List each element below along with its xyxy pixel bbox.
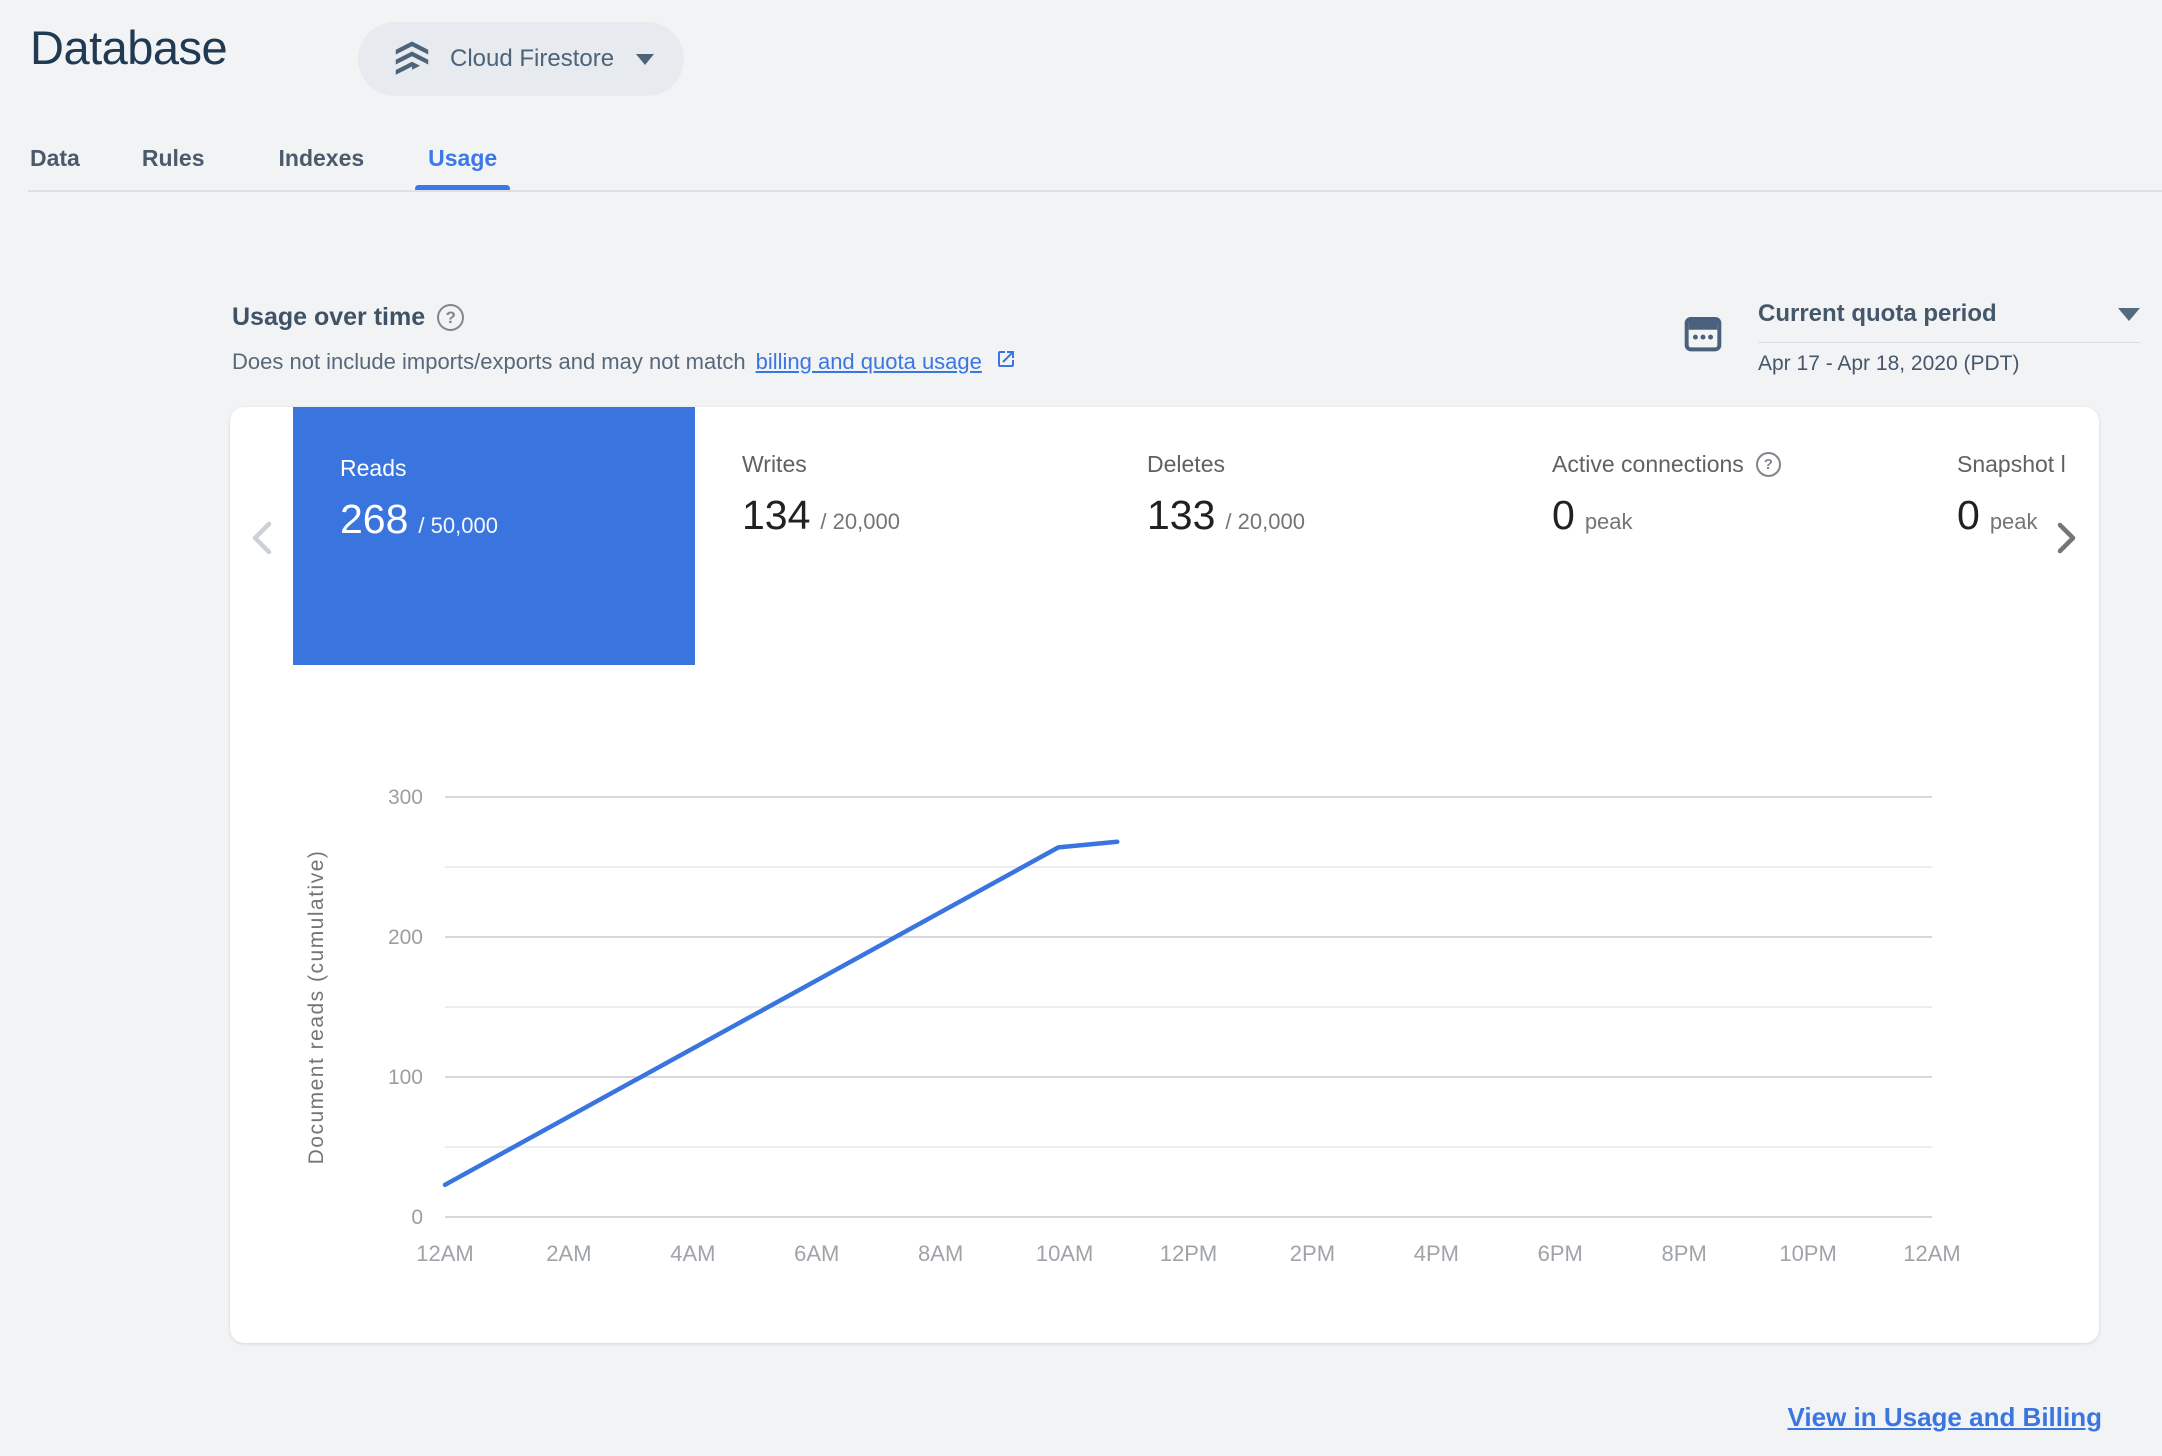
- svg-text:200: 200: [388, 926, 423, 949]
- metric-value: 134: [742, 492, 811, 538]
- tab-rules[interactable]: Rules: [142, 140, 205, 192]
- metric-suffix: / 50,000: [418, 513, 498, 538]
- page-title: Database: [30, 21, 228, 74]
- svg-text:10PM: 10PM: [1779, 1241, 1836, 1266]
- firestore-icon: [392, 39, 432, 79]
- svg-text:4PM: 4PM: [1414, 1241, 1459, 1266]
- quota-period-dropdown[interactable]: Current quota period: [1758, 300, 2140, 328]
- metric-card-snapshot-listeners[interactable]: Snapshot listeners 0 peak: [1957, 451, 2065, 539]
- metric-card-writes[interactable]: Writes 134 / 20,000: [742, 451, 1102, 539]
- chevron-down-icon: [2118, 307, 2140, 321]
- metric-value: 268: [340, 496, 409, 542]
- svg-text:10AM: 10AM: [1036, 1241, 1093, 1266]
- usage-panel: Reads 268 / 50,000 Writes 134 / 20,000 D…: [230, 407, 2099, 1343]
- svg-text:300: 300: [388, 786, 423, 809]
- metric-card-reads[interactable]: Reads 268 / 50,000: [293, 407, 695, 665]
- svg-text:12PM: 12PM: [1160, 1241, 1217, 1266]
- svg-text:6AM: 6AM: [794, 1241, 839, 1266]
- help-icon[interactable]: ?: [437, 304, 465, 331]
- metric-card-active-connections[interactable]: Active connections ? 0 peak: [1552, 451, 1922, 539]
- tab-data[interactable]: Data: [30, 140, 80, 192]
- svg-text:2PM: 2PM: [1290, 1241, 1335, 1266]
- metric-suffix: / 20,000: [820, 509, 900, 534]
- chevron-down-icon: [636, 53, 655, 65]
- metric-suffix: peak: [1584, 509, 1633, 534]
- usage-heading-text: Usage over time: [232, 303, 426, 331]
- usage-section-heading: Usage over time ?: [232, 303, 465, 332]
- billing-quota-link[interactable]: billing and quota usage: [756, 349, 982, 375]
- firestore-usage-page: Database Cloud Firestore Data Rules Inde…: [0, 0, 2162, 1456]
- cards-next-button[interactable]: [2052, 520, 2082, 556]
- calendar-icon: [1682, 312, 1724, 359]
- tab-divider: [28, 190, 2162, 192]
- tab-bar: Data Rules Indexes Usage: [30, 140, 511, 192]
- view-usage-billing-link[interactable]: View in Usage and Billing: [1788, 1402, 2102, 1433]
- svg-text:8PM: 8PM: [1662, 1241, 1707, 1266]
- metric-value: 0: [1957, 492, 1980, 538]
- metric-label: Reads: [340, 455, 407, 481]
- quota-period-label: Current quota period: [1758, 300, 1997, 327]
- svg-text:100: 100: [388, 1066, 423, 1089]
- svg-text:12AM: 12AM: [416, 1241, 473, 1266]
- metric-label: Active connections ?: [1552, 451, 1922, 478]
- open-in-new-icon: [994, 347, 1018, 377]
- svg-text:0: 0: [411, 1206, 423, 1229]
- product-selector-label: Cloud Firestore: [450, 45, 615, 72]
- quota-period-range: Apr 17 - Apr 18, 2020 (PDT): [1758, 352, 2020, 375]
- svg-text:12AM: 12AM: [1903, 1241, 1960, 1266]
- tab-indexes[interactable]: Indexes: [279, 140, 365, 192]
- metric-suffix: peak: [1989, 509, 2038, 534]
- metric-card-deletes[interactable]: Deletes 133 / 20,000: [1147, 451, 1507, 539]
- description-text: Does not include imports/exports and may…: [232, 349, 746, 374]
- usage-line-chart: 0 100 200 300 12AM 2AM 4AM 6AM 8AM 10AM 12PM 2PM 4PM…: [305, 786, 1961, 1266]
- metric-label: Deletes: [1147, 451, 1225, 477]
- svg-text:2AM: 2AM: [546, 1241, 591, 1266]
- metric-suffix: / 20,000: [1225, 509, 1305, 534]
- svg-text:4AM: 4AM: [670, 1241, 715, 1266]
- metric-label: Snapshot listeners: [1957, 451, 2065, 477]
- usage-section-description: Does not include imports/exports and may…: [232, 347, 1018, 377]
- svg-text:6PM: 6PM: [1538, 1241, 1583, 1266]
- svg-text:8AM: 8AM: [918, 1241, 963, 1266]
- metric-value: 0: [1552, 492, 1575, 538]
- metric-label-text: Active connections: [1552, 451, 1744, 477]
- quota-divider: [1758, 342, 2140, 343]
- help-icon[interactable]: ?: [1755, 452, 1781, 477]
- product-selector[interactable]: Cloud Firestore: [358, 22, 685, 96]
- svg-text:Document reads (cumulative): Document reads (cumulative): [305, 850, 328, 1165]
- tab-usage[interactable]: Usage: [415, 140, 511, 192]
- metric-value: 133: [1147, 492, 1216, 538]
- metric-label: Writes: [742, 451, 807, 477]
- cards-prev-button[interactable]: [246, 518, 280, 558]
